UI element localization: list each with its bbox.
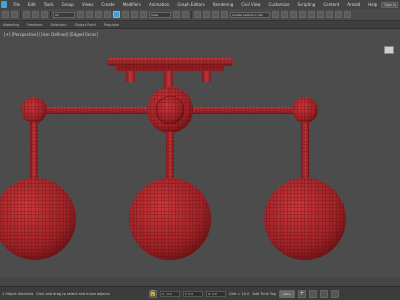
select-scale-icon[interactable] bbox=[131, 11, 138, 18]
curve-editor-icon[interactable] bbox=[299, 11, 306, 18]
percent-snap-icon[interactable] bbox=[212, 11, 219, 18]
select-object-icon[interactable] bbox=[77, 11, 84, 18]
center-hub[interactable] bbox=[147, 87, 193, 133]
plus-icon[interactable]: + bbox=[297, 289, 306, 298]
divider bbox=[191, 10, 192, 19]
select-by-name-icon[interactable] bbox=[86, 11, 93, 18]
auto-key-button[interactable]: Auto bbox=[278, 289, 295, 298]
bind-space-warp-icon[interactable] bbox=[41, 11, 48, 18]
divider bbox=[50, 10, 51, 19]
status-bar: 1 Object Selected Click and drag to sele… bbox=[0, 286, 400, 300]
lock-icon[interactable]: 🔒 bbox=[149, 289, 158, 298]
rendered-frame-icon[interactable] bbox=[335, 11, 342, 18]
select-rotate-icon[interactable] bbox=[122, 11, 129, 18]
add-time-tag-button[interactable]: Add Time Tag bbox=[252, 292, 276, 296]
menu-item-content[interactable]: Content bbox=[319, 2, 343, 7]
ribbon-tab-modeling[interactable]: Modeling bbox=[3, 23, 19, 27]
material-editor-icon[interactable] bbox=[317, 11, 324, 18]
grid-readout: Grid = 10.0 bbox=[229, 291, 250, 296]
menu-item-arnold[interactable]: Arnold bbox=[343, 2, 364, 7]
placement-icon[interactable] bbox=[140, 11, 147, 18]
snaps-toggle-icon[interactable] bbox=[194, 11, 201, 18]
sign-in-button[interactable]: Sign In bbox=[381, 1, 398, 8]
left-joint[interactable] bbox=[21, 97, 47, 123]
named-selection-dropdown[interactable]: Create Selection Set bbox=[230, 11, 270, 18]
orbit-icon[interactable] bbox=[330, 289, 339, 298]
menu-items: File Edit Tools Group Views Create Modifiers An… bbox=[9, 2, 381, 7]
selection-filter-dropdown[interactable]: All bbox=[53, 11, 75, 18]
x-coord-field[interactable]: X: -0.0 bbox=[160, 290, 181, 297]
viewcube-icon[interactable] bbox=[384, 46, 394, 54]
schematic-view-icon[interactable] bbox=[308, 11, 315, 18]
divider bbox=[20, 10, 21, 19]
menu-item-edit[interactable]: Edit bbox=[24, 2, 40, 7]
ribbon: Modeling Freeform Selection Object Paint Pop… bbox=[0, 21, 400, 29]
menu-bar: File Edit Tools Group Views Create Modifiers An… bbox=[0, 0, 400, 9]
menu-item-help[interactable]: Help bbox=[364, 2, 381, 7]
mirror-icon[interactable] bbox=[272, 11, 279, 18]
menu-item-modifiers[interactable]: Modifiers bbox=[119, 2, 145, 7]
ceiling-canopy[interactable] bbox=[107, 58, 233, 91]
right-joint[interactable] bbox=[292, 97, 318, 123]
reference-coord-dropdown[interactable]: View bbox=[149, 11, 171, 18]
render-icon[interactable] bbox=[344, 11, 351, 18]
render-setup-icon[interactable] bbox=[326, 11, 333, 18]
align-icon[interactable] bbox=[281, 11, 288, 18]
left-globe[interactable] bbox=[0, 178, 76, 260]
menu-item-rendering[interactable]: Rendering bbox=[209, 2, 237, 7]
menu-item-customize[interactable]: Customize bbox=[265, 2, 294, 7]
viewport-label[interactable]: [+] [Perspective] [User Defined] [Edged … bbox=[4, 32, 98, 37]
menu-item-views[interactable]: Views bbox=[78, 2, 98, 7]
y-coord-field[interactable]: Y: 0.0 bbox=[183, 290, 204, 297]
spinner-snap-icon[interactable] bbox=[221, 11, 228, 18]
ribbon-tab-freeform[interactable]: Freeform bbox=[27, 23, 43, 27]
menu-item-group[interactable]: Group bbox=[58, 2, 78, 7]
select-move-icon[interactable] bbox=[113, 11, 120, 18]
ribbon-tab-selection[interactable]: Selection bbox=[51, 23, 67, 27]
menu-item-file[interactable]: File bbox=[9, 2, 24, 7]
redo-icon[interactable] bbox=[11, 11, 18, 18]
main-toolbar: All View Create Selection Set bbox=[0, 9, 400, 21]
undo-icon[interactable] bbox=[2, 11, 9, 18]
pivot-center-icon[interactable] bbox=[173, 11, 180, 18]
perspective-viewport[interactable]: [+] [Perspective] [User Defined] [Edged … bbox=[0, 29, 400, 286]
menu-item-scripting[interactable]: Scripting bbox=[294, 2, 320, 7]
ribbon-tab-object-paint[interactable]: Object Paint bbox=[75, 23, 96, 27]
pan-icon[interactable] bbox=[319, 289, 328, 298]
zoom-icon[interactable] bbox=[308, 289, 317, 298]
scene-render bbox=[0, 58, 346, 260]
z-coord-field[interactable]: Z: 0.0 bbox=[206, 290, 227, 297]
menu-item-animation[interactable]: Animation bbox=[145, 2, 173, 7]
manipulate-icon[interactable] bbox=[182, 11, 189, 18]
unlink-icon[interactable] bbox=[32, 11, 39, 18]
rectangle-selection-icon[interactable] bbox=[95, 11, 102, 18]
center-globe[interactable] bbox=[129, 178, 211, 260]
app-logo-icon[interactable] bbox=[1, 1, 8, 8]
layer-explorer-icon[interactable] bbox=[290, 11, 297, 18]
prompt-line: Click and drag to select and move object… bbox=[36, 291, 110, 296]
ribbon-tab-populate[interactable]: Populate bbox=[104, 23, 119, 27]
selection-status: 1 Object Selected bbox=[2, 291, 34, 296]
time-slider[interactable] bbox=[0, 278, 400, 286]
right-globe[interactable] bbox=[264, 178, 346, 260]
window-crossing-icon[interactable] bbox=[104, 11, 111, 18]
menu-item-tools[interactable]: Tools bbox=[40, 2, 58, 7]
menu-item-create[interactable]: Create bbox=[97, 2, 118, 7]
menu-item-civil-view[interactable]: Civil View bbox=[237, 2, 264, 7]
menu-item-graph-editors[interactable]: Graph Editors bbox=[173, 2, 208, 7]
link-icon[interactable] bbox=[23, 11, 30, 18]
ribbon-tabs: Modeling Freeform Selection Object Paint Pop… bbox=[3, 23, 119, 27]
angle-snap-icon[interactable] bbox=[203, 11, 210, 18]
